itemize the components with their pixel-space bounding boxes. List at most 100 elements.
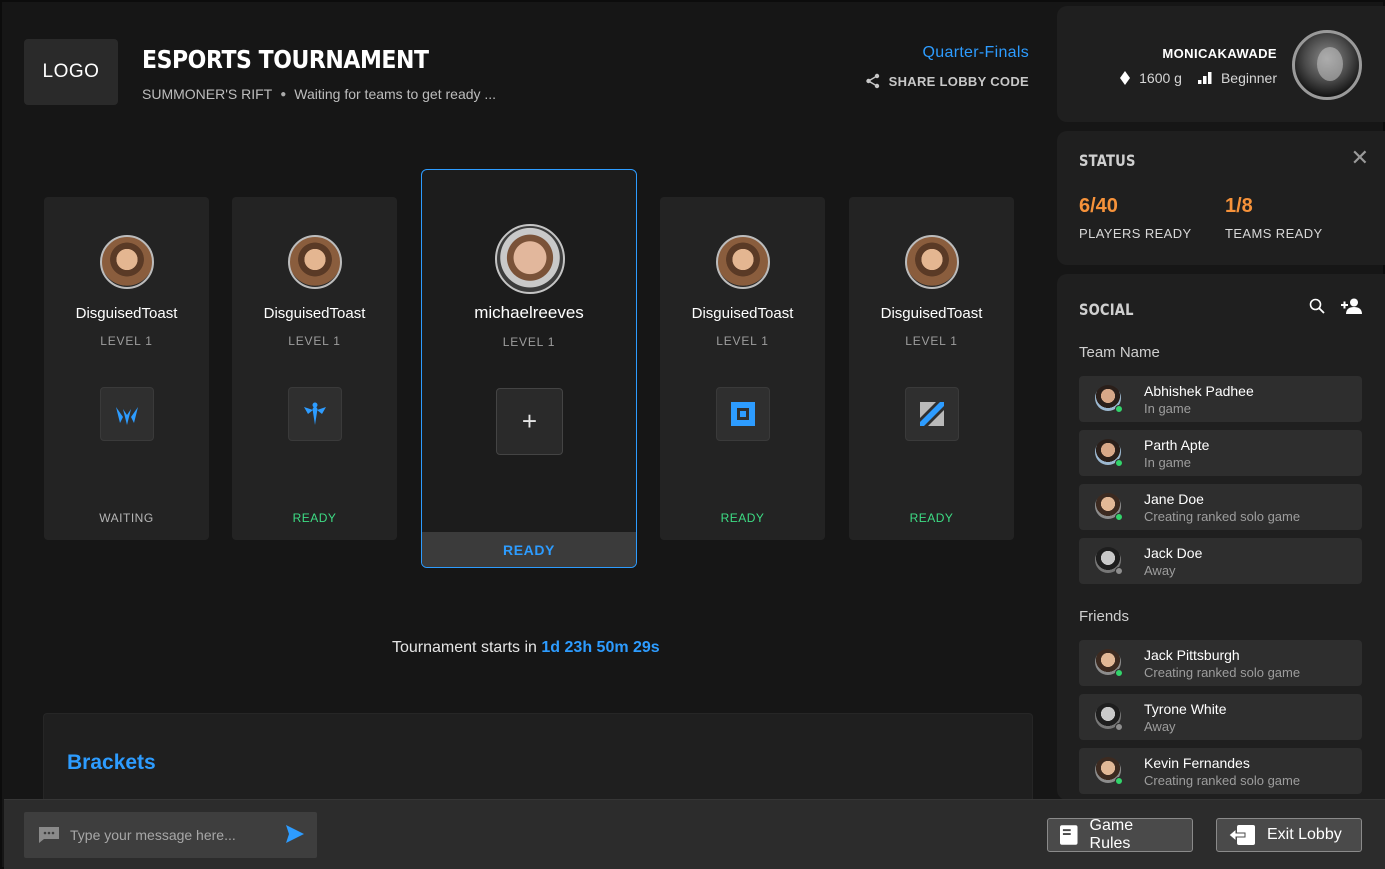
player-avatar: [905, 235, 959, 289]
exit-lobby-button[interactable]: Exit Lobby: [1216, 818, 1362, 852]
friend-status: Creating ranked solo game: [1144, 665, 1301, 680]
signal-bars-icon: [1197, 72, 1212, 84]
friend-item[interactable]: Jack Pittsburgh Creating ranked solo gam…: [1079, 640, 1362, 686]
player-name: DisguisedToast: [263, 305, 366, 322]
share-lobby-button[interactable]: SHARE LOBBY CODE: [865, 73, 1029, 89]
friend-status: Away: [1144, 719, 1176, 734]
brackets-heading: Brackets: [67, 751, 156, 774]
player-state: READY: [292, 511, 337, 525]
profile-panel: MONICAKAWADE 1600 g Beginner: [1057, 6, 1385, 122]
lobby-state: Waiting for teams to get ready ...: [294, 86, 497, 102]
map-name: SUMMONER'S RIFT: [142, 86, 273, 102]
champion-badge: [716, 387, 770, 441]
logo: LOGO: [24, 39, 118, 105]
countdown-timer: 1d 23h 50m 29s: [541, 639, 660, 656]
friend-name: Jack Pittsburgh: [1144, 647, 1240, 663]
team-member-item[interactable]: Jane Doe Creating ranked solo game: [1079, 484, 1362, 530]
players-ready-count: 6/40: [1079, 195, 1118, 217]
online-status-dot: [1115, 405, 1123, 413]
member-status: In game: [1144, 401, 1191, 416]
champion-badge: [288, 387, 342, 441]
player-card[interactable]: DisguisedToast LEVEL 1 READY: [849, 197, 1014, 540]
player-avatar: [288, 235, 342, 289]
player-level: LEVEL 1: [100, 334, 153, 348]
member-status: Away: [1144, 563, 1176, 578]
ready-button[interactable]: READY: [422, 532, 636, 567]
player-avatar: [495, 224, 565, 294]
eagle-icon: [304, 402, 326, 425]
player-name: DisguisedToast: [75, 305, 178, 322]
team-member-item[interactable]: Parth Apte In game: [1079, 430, 1362, 476]
teams-ready-label: TEAMS READY: [1225, 226, 1323, 241]
away-status-dot: [1115, 723, 1123, 731]
player-card-selected[interactable]: michaelreeves LEVEL 1 + READY: [421, 169, 637, 568]
social-panel: SOCIAL Team Name Abhishek Padhee In game…: [1057, 274, 1385, 800]
friend-name: Tyrone White: [1144, 701, 1227, 717]
team-member-item[interactable]: Abhishek Padhee In game: [1079, 376, 1362, 422]
friend-name: Kevin Fernandes: [1144, 755, 1250, 771]
player-level: LEVEL 1: [288, 334, 341, 348]
friend-status: Creating ranked solo game: [1144, 773, 1301, 788]
player-card[interactable]: DisguisedToast LEVEL 1 READY: [660, 197, 825, 540]
game-rules-label: Game Rules: [1089, 817, 1134, 852]
player-card[interactable]: DisguisedToast LEVEL 1 READY: [232, 197, 397, 540]
chat-input[interactable]: [70, 827, 270, 843]
player-level: LEVEL 1: [716, 334, 769, 348]
player-name: DisguisedToast: [691, 305, 794, 322]
team-group-heading: Team Name: [1079, 344, 1160, 361]
bottom-bar: Game Rules Exit Lobby: [4, 799, 1385, 869]
wings-icon: [116, 407, 138, 425]
profile-avatar[interactable]: [1292, 30, 1362, 100]
chat-icon: [39, 827, 59, 843]
member-name: Abhishek Padhee: [1144, 383, 1254, 399]
online-status-dot: [1115, 459, 1123, 467]
tournament-countdown: Tournament starts in 1d 23h 50m 29s: [392, 639, 660, 657]
search-icon[interactable]: [1309, 298, 1325, 314]
online-status-dot: [1115, 669, 1123, 677]
tournament-phase: Quarter-Finals: [922, 44, 1029, 61]
page-subtitle: SUMMONER'S RIFT ● Waiting for teams to g…: [142, 86, 496, 102]
friends-group-heading: Friends: [1079, 608, 1130, 625]
chat-box: [24, 812, 317, 858]
team-member-item[interactable]: Jack Doe Away: [1079, 538, 1362, 584]
username: MONICAKAWADE: [1162, 46, 1277, 61]
rank-value: Beginner: [1220, 70, 1277, 86]
exit-lobby-label: Exit Lobby: [1267, 826, 1342, 843]
champion-badge: [100, 387, 154, 441]
send-icon[interactable]: [285, 824, 305, 844]
status-heading: STATUS: [1079, 151, 1136, 170]
teams-ready-count: 1/8: [1225, 195, 1253, 217]
player-avatar: [716, 235, 770, 289]
gold-stat: 1600 g: [1120, 70, 1182, 86]
player-state: WAITING: [99, 511, 154, 525]
lobby-screen: LOGO ESPORTS TOURNAMENT SUMMONER'S RIFT …: [0, 0, 1385, 869]
game-rules-button[interactable]: Game Rules: [1047, 817, 1193, 852]
square-frame-icon: [731, 402, 755, 426]
exit-icon: [1229, 825, 1255, 845]
gold-value: 1600 g: [1139, 70, 1182, 86]
countdown-prefix: Tournament starts in: [392, 639, 537, 656]
player-name: michaelreeves: [474, 303, 584, 322]
online-status-dot: [1115, 513, 1123, 521]
add-friend-icon[interactable]: [1341, 298, 1363, 314]
share-icon: [865, 73, 879, 89]
online-status-dot: [1115, 777, 1123, 785]
player-state: READY: [909, 511, 954, 525]
rank-stat: Beginner: [1197, 70, 1277, 86]
friend-item[interactable]: Kevin Fernandes Creating ranked solo gam…: [1079, 748, 1362, 794]
member-name: Jack Doe: [1144, 545, 1203, 561]
friend-item[interactable]: Tyrone White Away: [1079, 694, 1362, 740]
separator-dot: ●: [280, 88, 287, 100]
player-level: LEVEL 1: [502, 335, 556, 349]
close-icon[interactable]: ✕: [1351, 145, 1369, 171]
champion-badge: [905, 387, 959, 441]
profile-stats: 1600 g Beginner: [1120, 70, 1277, 86]
status-panel: STATUS ✕ 6/40 PLAYERS READY 1/8 TEAMS RE…: [1057, 131, 1385, 265]
member-name: Parth Apte: [1144, 437, 1210, 453]
add-champion-button[interactable]: +: [496, 388, 563, 455]
member-name: Jane Doe: [1144, 491, 1204, 507]
players-ready-label: PLAYERS READY: [1079, 226, 1192, 241]
rules-document-icon: [1060, 825, 1078, 845]
member-status: In game: [1144, 455, 1191, 470]
player-card[interactable]: DisguisedToast LEVEL 1 WAITING: [44, 197, 209, 540]
